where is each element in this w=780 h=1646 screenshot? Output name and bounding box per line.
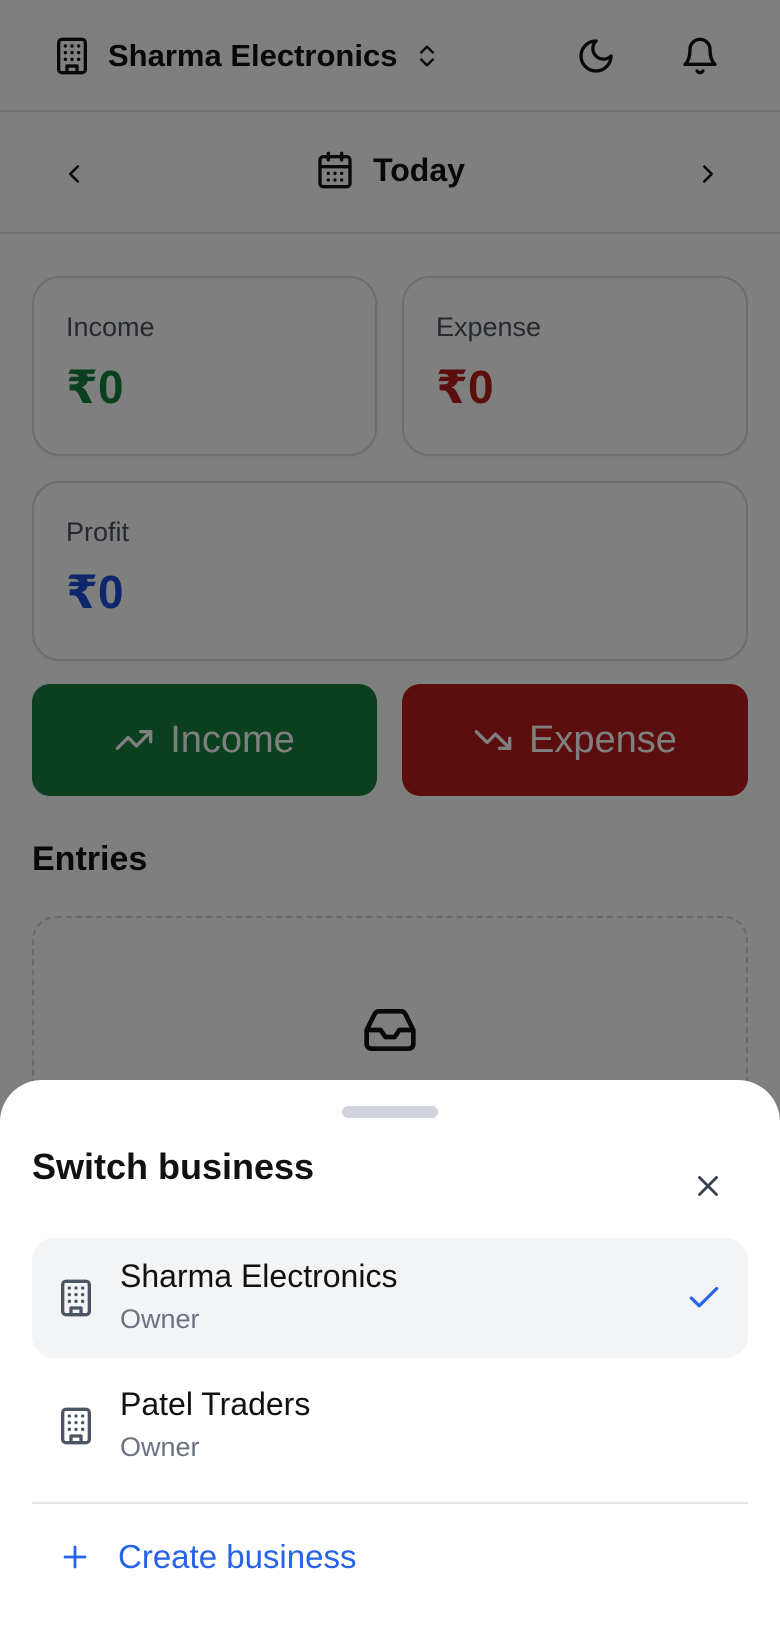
plus-icon [58,1540,92,1574]
business-option-role: Owner [120,1304,200,1334]
business-option-role: Owner [120,1432,200,1462]
building-icon [54,1404,98,1448]
business-option-name: Patel Traders [120,1386,311,1422]
sheet-drag-handle[interactable] [342,1106,438,1118]
building-icon [54,1276,98,1320]
create-business-button[interactable]: Create business [58,1538,356,1576]
switch-business-sheet: Switch business Sharma Electronics Owner… [0,1080,780,1646]
create-business-label: Create business [118,1538,357,1575]
sheet-title: Switch business [32,1146,315,1187]
business-option-sharma[interactable]: Sharma Electronics Owner [32,1238,748,1358]
sheet-divider [32,1502,748,1504]
check-icon [682,1276,726,1320]
close-icon[interactable] [686,1164,730,1208]
business-option-patel[interactable]: Patel Traders Owner [32,1366,748,1486]
business-option-name: Sharma Electronics [120,1258,398,1294]
